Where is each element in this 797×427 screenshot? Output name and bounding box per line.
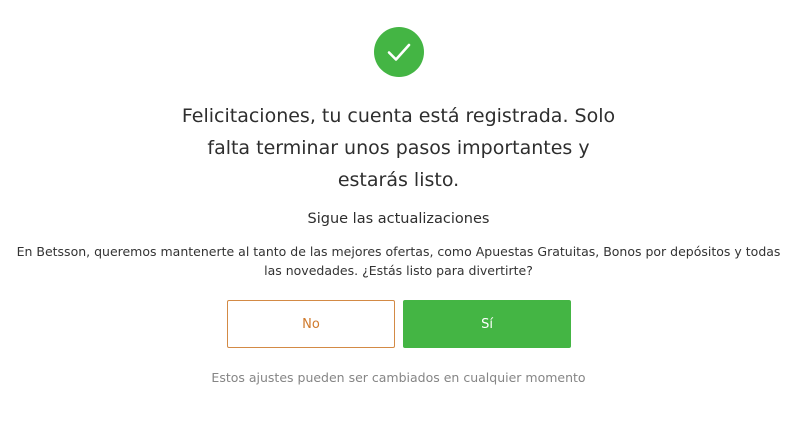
success-headline: Felicitaciones, tu cuenta está registrad…: [181, 105, 616, 191]
offers-description: En Betsson, queremos mantenerte al tanto…: [16, 244, 781, 278]
updates-subheading: Sigue las actualizaciones: [307, 211, 490, 227]
accept-button[interactable]: Sí: [403, 300, 571, 348]
settings-footnote: Estos ajustes pueden ser cambiados en cu…: [211, 370, 586, 385]
success-badge: [374, 27, 424, 77]
checkmark-icon: [387, 43, 411, 61]
decline-button[interactable]: No: [227, 300, 395, 348]
registration-success-dialog: Felicitaciones, tu cuenta está registrad…: [0, 0, 797, 427]
